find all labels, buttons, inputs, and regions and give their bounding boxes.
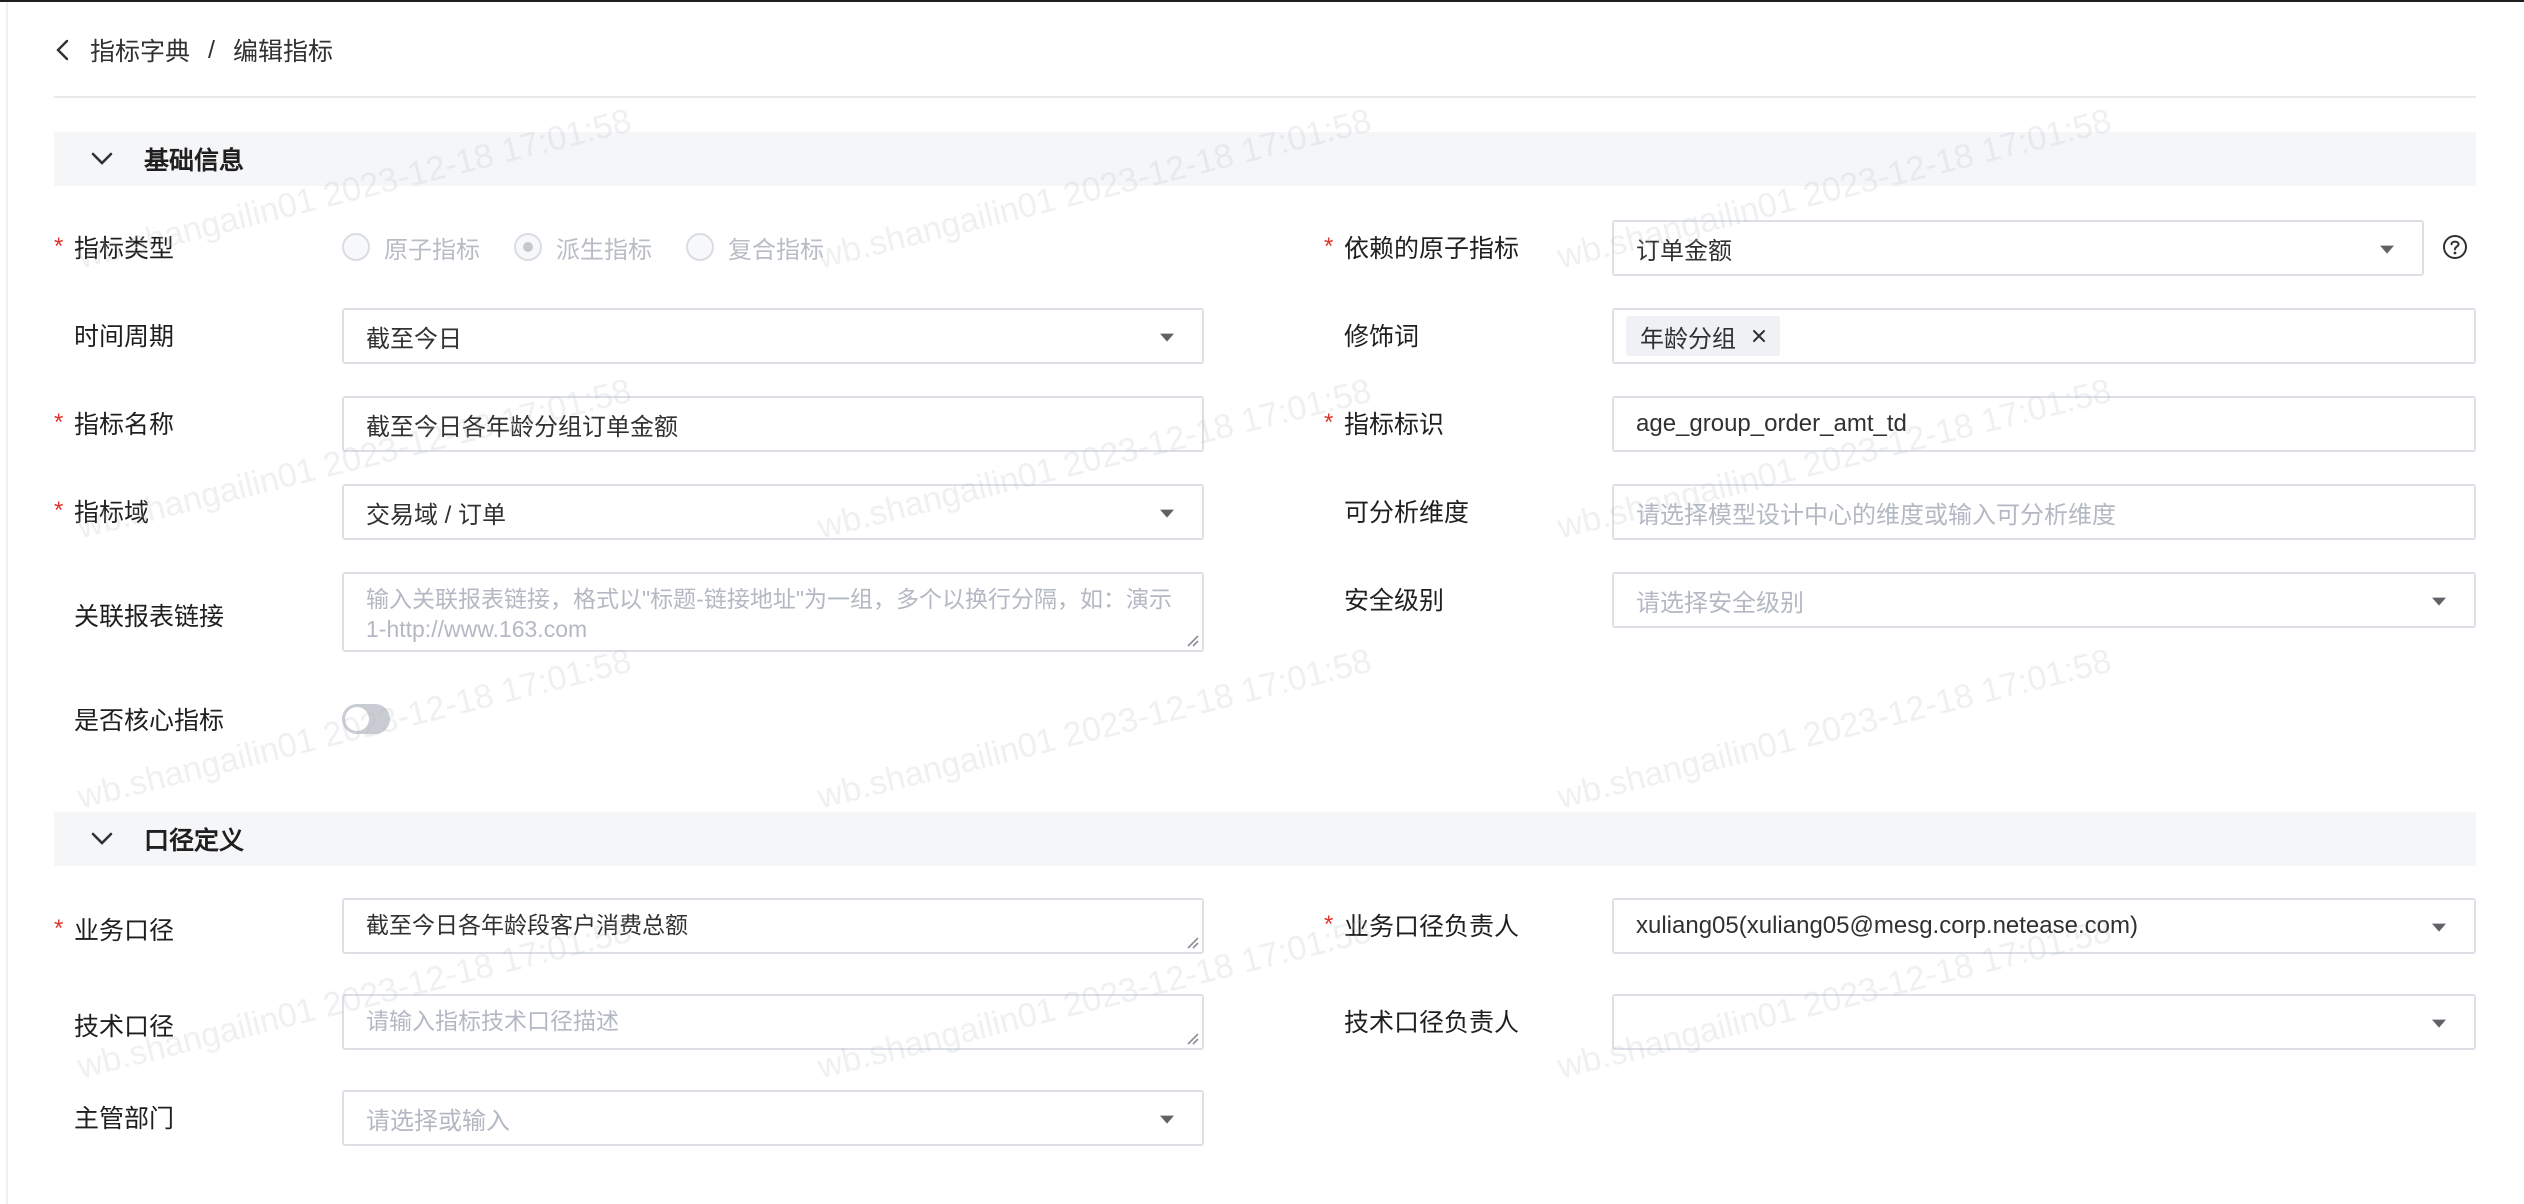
security-level-label: 安全级别	[1344, 587, 1445, 615]
radio-derived[interactable]: 派生指标	[514, 230, 652, 265]
dropdown-caret-icon	[1160, 1115, 1174, 1124]
technical-owner-label: 技术口径负责人	[1344, 1009, 1520, 1037]
metric-name-input[interactable]: 截至今日各年龄分组订单金额	[342, 396, 1204, 452]
dropdown-caret-icon	[2380, 245, 2394, 254]
required-mark: *	[1324, 409, 1334, 436]
dropdown-caret-icon	[2432, 923, 2446, 932]
dropdown-caret-icon	[1160, 509, 1174, 518]
textarea-value: 截至今日各年龄段客户消费总额	[366, 912, 688, 938]
required-mark: *	[54, 497, 64, 524]
modifier-tag-select[interactable]: 年龄分组	[1612, 308, 2476, 364]
metric-id-input[interactable]: age_group_order_amt_td	[1612, 396, 2476, 452]
section-title: 口径定义	[144, 827, 245, 855]
business-owner-label: * 业务口径负责人	[1324, 911, 1520, 941]
required-mark: *	[54, 915, 64, 942]
input-value: age_group_order_amt_td	[1636, 410, 1907, 437]
report-link-label: 关联报表链接	[74, 603, 225, 631]
select-value: 截至今日	[366, 325, 462, 353]
resize-grip-icon[interactable]	[1185, 935, 1199, 949]
help-question-icon[interactable]	[2442, 234, 2468, 260]
radio-atomic[interactable]: 原子指标	[342, 230, 480, 265]
edit-metric-page: 指标字典 / 编辑指标 基础信息 * 指标类型 原子指标 派生指标 复合指标 * 依…	[54, 0, 2476, 1204]
technical-caliber-label: 技术口径	[74, 1013, 175, 1041]
modifier-label: 修饰词	[1344, 323, 1420, 351]
technical-caliber-textarea[interactable]: 请输入指标技术口径描述	[342, 994, 1204, 1050]
resize-grip-icon[interactable]	[1185, 633, 1199, 647]
section-basic-info: 基础信息	[54, 132, 2476, 186]
dropdown-caret-icon	[2432, 1019, 2446, 1028]
dimensions-label: 可分析维度	[1344, 499, 1470, 527]
metric-name-label: * 指标名称	[54, 409, 175, 439]
is-core-switch[interactable]	[342, 704, 390, 734]
depends-atomic-select[interactable]: 订单金额	[1612, 220, 2424, 276]
dropdown-caret-icon	[2432, 597, 2446, 606]
select-placeholder: 请选择或输入	[366, 1107, 510, 1135]
collapse-chevron-icon[interactable]	[82, 139, 122, 179]
dropdown-caret-icon	[1160, 333, 1174, 342]
header-divider	[54, 96, 2476, 98]
select-placeholder: 请选择安全级别	[1636, 589, 1804, 617]
business-caliber-textarea[interactable]: 截至今日各年龄段客户消费总额	[342, 898, 1204, 954]
input-value: 截至今日各年龄分组订单金额	[366, 413, 678, 441]
collapse-chevron-icon[interactable]	[82, 819, 122, 859]
back-chevron-icon[interactable]	[54, 32, 90, 68]
radio-composite[interactable]: 复合指标	[686, 230, 824, 265]
resize-grip-icon[interactable]	[1185, 1031, 1199, 1045]
switch-knob	[345, 707, 369, 731]
modifier-tag: 年龄分组	[1626, 316, 1780, 356]
metric-id-label: * 指标标识	[1324, 409, 1445, 439]
textarea-placeholder: 请输入指标技术口径描述	[366, 1008, 619, 1034]
breadcrumb-separator: /	[208, 35, 215, 64]
technical-owner-select[interactable]	[1612, 994, 2476, 1050]
tag-label: 年龄分组	[1640, 325, 1736, 353]
breadcrumb-current: 编辑指标	[232, 38, 333, 66]
metric-type-radio-group: 原子指标 派生指标 复合指标	[342, 220, 858, 274]
radio-circle-icon	[342, 233, 370, 261]
required-mark: *	[54, 409, 64, 436]
radio-circle-icon	[686, 233, 714, 261]
left-rail	[6, 2, 8, 1204]
is-core-label: 是否核心指标	[74, 707, 225, 735]
required-mark: *	[1324, 911, 1334, 938]
select-value: 交易域 / 订单	[366, 501, 507, 529]
breadcrumb-parent[interactable]: 指标字典	[90, 32, 190, 68]
select-value: 订单金额	[1636, 237, 1732, 265]
dimensions-input[interactable]: 请选择模型设计中心的维度或输入可分析维度	[1612, 484, 2476, 540]
security-level-select[interactable]: 请选择安全级别	[1612, 572, 2476, 628]
radio-checked-icon	[514, 233, 542, 261]
metric-type-label: * 指标类型	[54, 233, 175, 263]
section-caliber-definition: 口径定义	[54, 812, 2476, 866]
business-owner-select[interactable]: xuliang05(xuliang05@mesg.corp.netease.co…	[1612, 898, 2476, 954]
depends-atomic-label: * 依赖的原子指标	[1324, 233, 1520, 263]
report-link-textarea[interactable]: 输入关联报表链接，格式以"标题-链接地址"为一组，多个以换行分隔，如：演示1-h…	[342, 572, 1204, 652]
time-period-label: 时间周期	[74, 323, 175, 351]
metric-domain-label: * 指标域	[54, 497, 150, 527]
tag-close-icon[interactable]	[1750, 327, 1768, 345]
metric-domain-select[interactable]: 交易域 / 订单	[342, 484, 1204, 540]
department-select[interactable]: 请选择或输入	[342, 1090, 1204, 1146]
business-caliber-label: * 业务口径	[54, 915, 175, 945]
textarea-placeholder: 输入关联报表链接，格式以"标题-链接地址"为一组，多个以换行分隔，如：演示1-h…	[366, 586, 1172, 642]
time-period-select[interactable]: 截至今日	[342, 308, 1204, 364]
breadcrumb: 指标字典 / 编辑指标	[54, 28, 333, 72]
required-mark: *	[54, 233, 64, 260]
section-title: 基础信息	[144, 147, 245, 175]
department-label: 主管部门	[74, 1105, 175, 1133]
select-value: xuliang05(xuliang05@mesg.corp.netease.co…	[1636, 912, 2138, 939]
input-placeholder: 请选择模型设计中心的维度或输入可分析维度	[1636, 501, 2116, 529]
required-mark: *	[1324, 233, 1334, 260]
